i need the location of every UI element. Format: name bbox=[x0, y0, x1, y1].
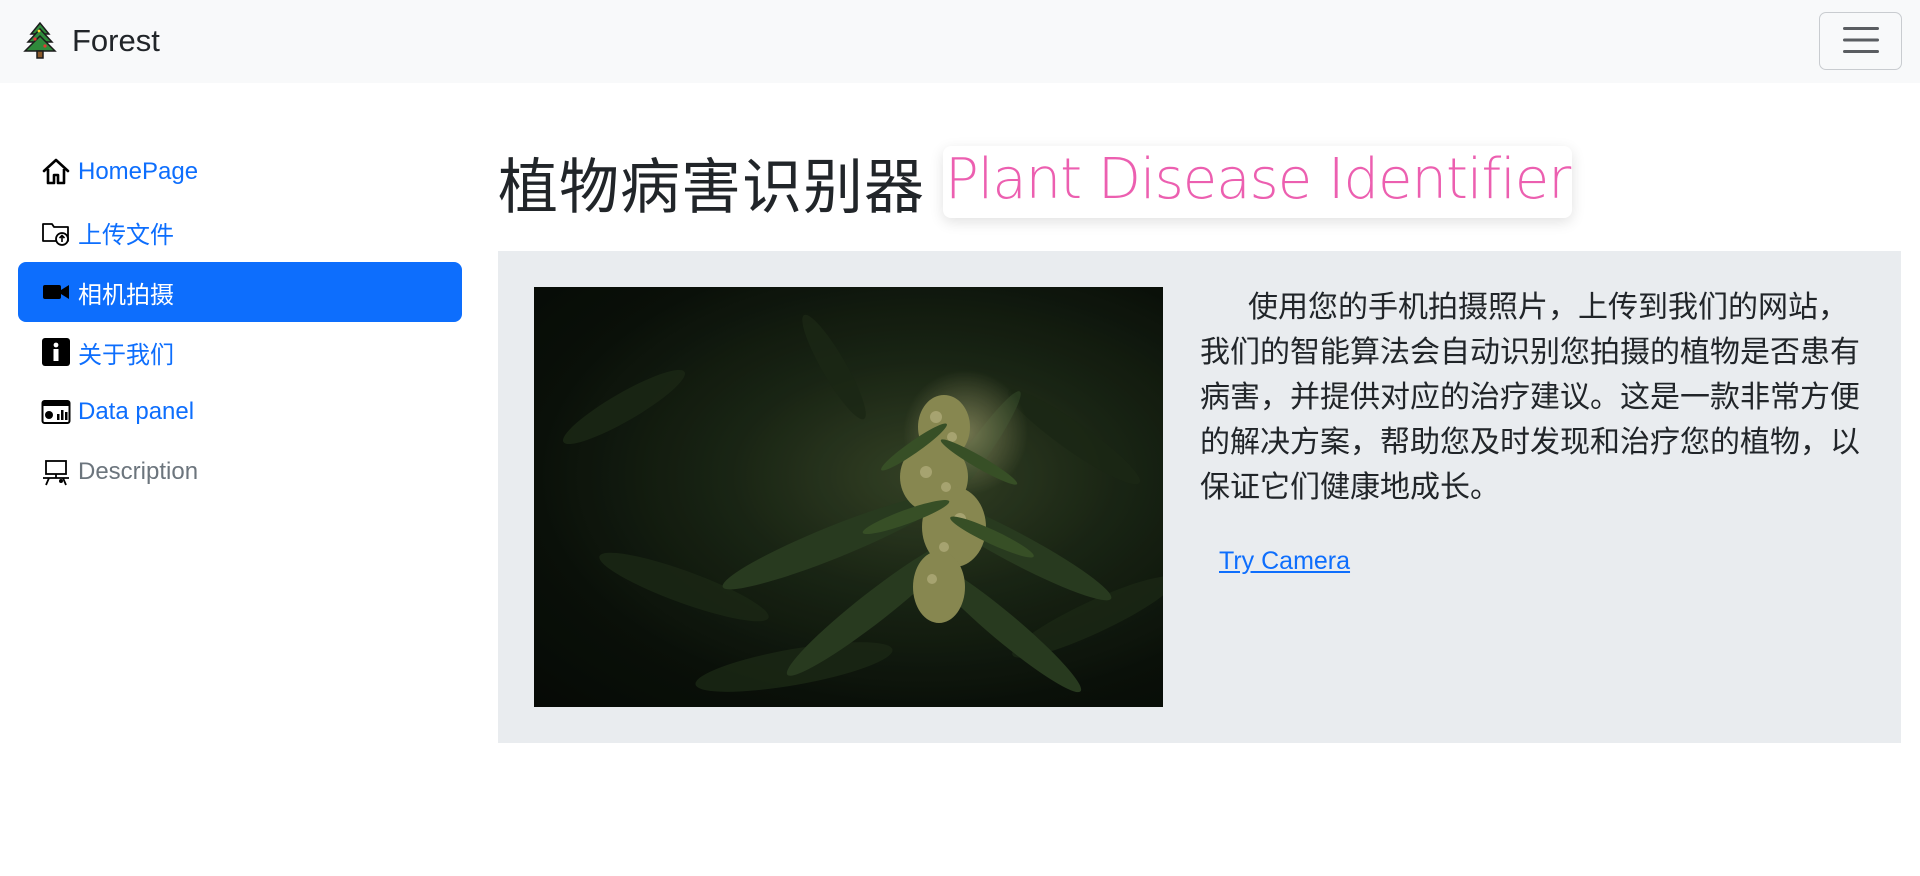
description-text: 使用您的手机拍摄照片，上传到我们的网站，我们的智能算法会自动识别您拍摄的植物是否… bbox=[1200, 290, 1860, 505]
page-title: 植物病害识别器 Plant Disease Identifier bbox=[498, 146, 1573, 223]
sidebar-item-label: HomePage bbox=[78, 158, 199, 185]
sidebar-item-label: 相机拍摄 bbox=[78, 281, 174, 309]
hamburger-menu-icon bbox=[1841, 25, 1881, 58]
page-title-english: Plant Disease Identifier bbox=[943, 146, 1573, 218]
dashboard-icon bbox=[41, 397, 71, 427]
folder-upload-icon bbox=[41, 217, 71, 247]
projector-icon bbox=[41, 457, 71, 487]
home-icon bbox=[41, 157, 71, 187]
hero-panel: 使用您的手机拍摄照片，上传到我们的网站，我们的智能算法会自动识别您拍摄的植物是否… bbox=[498, 251, 1901, 743]
page-title-chinese: 植物病害识别器 bbox=[498, 152, 925, 223]
try-camera-link[interactable]: Try Camera bbox=[1219, 547, 1350, 576]
sidebar-item-camera[interactable]: 相机拍摄 bbox=[18, 262, 462, 322]
brand-link[interactable]: Forest bbox=[22, 18, 160, 64]
sidebar-item-about[interactable]: 关于我们 bbox=[18, 322, 462, 382]
top-navbar: Forest bbox=[0, 0, 1920, 83]
info-icon bbox=[41, 337, 71, 367]
sidebar-item-homepage[interactable]: HomePage bbox=[18, 142, 462, 202]
sidebar-item-label: Data panel bbox=[78, 398, 195, 425]
brand-name: Forest bbox=[72, 23, 160, 58]
sidebar-item-label: 上传文件 bbox=[78, 221, 174, 249]
navbar-toggler-button[interactable] bbox=[1819, 12, 1902, 70]
video-camera-icon bbox=[41, 277, 71, 307]
sidebar-item-description[interactable]: Description bbox=[18, 442, 462, 502]
plant-photo bbox=[534, 287, 1163, 707]
sidebar-item-upload[interactable]: 上传文件 bbox=[18, 202, 462, 262]
sidebar-nav: HomePage 上传文件 相机拍摄 关于我们 Data panel Descr… bbox=[18, 142, 462, 502]
pine-tree-icon bbox=[22, 21, 58, 61]
sidebar-item-label: 关于我们 bbox=[78, 341, 174, 369]
sidebar-item-label: Description bbox=[78, 458, 199, 485]
sidebar-item-data-panel[interactable]: Data panel bbox=[18, 382, 462, 442]
